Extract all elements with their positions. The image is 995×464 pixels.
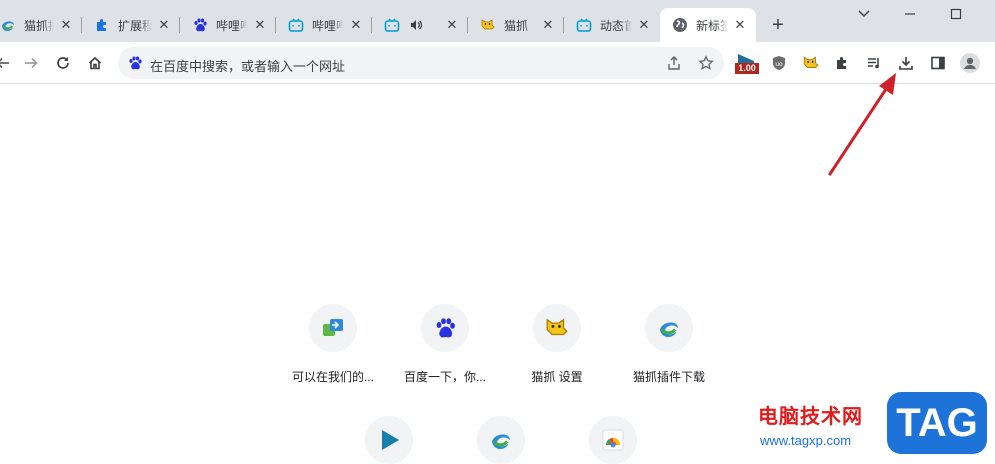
- extension-speed-button[interactable]: 1.00: [734, 50, 760, 76]
- extension-badge: 1.00: [738, 63, 756, 73]
- baidu-paw-icon: [436, 318, 455, 338]
- close-tab-icon[interactable]: ✕: [252, 17, 268, 33]
- address-placeholder: 在百度中搜索，或者输入一个网址: [150, 59, 346, 74]
- shortcut-tile[interactable]: [333, 416, 445, 464]
- close-tab-icon[interactable]: ✕: [732, 17, 748, 33]
- chrome-icon: [602, 429, 624, 451]
- address-bar[interactable]: 在百度中搜索，或者输入一个网址: [118, 47, 724, 79]
- maximize-button[interactable]: [944, 3, 968, 25]
- bookmark-star-icon[interactable]: [698, 55, 714, 76]
- share-icon[interactable]: [666, 55, 682, 76]
- tab-dynamic-home[interactable]: 动态首页 ✕: [564, 8, 660, 42]
- shortcut-icon-circle: [365, 416, 413, 464]
- spiral-icon: [0, 17, 16, 33]
- watermark-url: www.tagxp.com: [760, 433, 852, 448]
- shortcut-tile[interactable]: [445, 416, 557, 464]
- download-icon[interactable]: [893, 50, 919, 76]
- shortcut-icon-circle: [421, 304, 469, 352]
- arrow-box-icon: [323, 319, 343, 336]
- watermark-tag: TAG: [896, 400, 978, 445]
- close-tab-icon[interactable]: ✕: [444, 17, 460, 33]
- tab-extensions[interactable]: 扩展程序 ✕: [82, 8, 180, 42]
- shortcut-label: 猫抓插件下载: [632, 370, 705, 384]
- spiral-icon: [492, 434, 510, 449]
- tab-strip: 猫抓插件下载 ✕ 扩展程序 ✕ 哔哩哔哩 ✕ 哔哩哔哩 ✕: [0, 0, 995, 42]
- speaker-icon[interactable]: [408, 17, 424, 33]
- tab-title: 新标签页: [696, 18, 728, 33]
- shortcut-icon-circle: [309, 304, 357, 352]
- minimize-button[interactable]: [898, 3, 922, 25]
- reload-button[interactable]: [50, 50, 76, 76]
- shortcut-tile[interactable]: [557, 416, 669, 464]
- back-button[interactable]: [0, 50, 16, 76]
- side-panel-icon[interactable]: [925, 50, 951, 76]
- close-tab-icon[interactable]: ✕: [58, 17, 74, 33]
- ublock-shield-icon[interactable]: uo: [766, 50, 792, 76]
- bilibili-icon: [576, 17, 592, 33]
- shortcut-tile[interactable]: 猫抓插件下载: [613, 304, 725, 385]
- shortcut-label: 百度一下，你...: [403, 370, 486, 384]
- shortcut-icon-circle: [533, 304, 581, 352]
- cat-icon: [546, 318, 568, 336]
- svg-text:uo: uo: [775, 61, 783, 68]
- shortcut-icon-circle: [477, 416, 525, 464]
- tab-title: 猫抓: [504, 18, 529, 33]
- toolbar: 在百度中搜索，或者输入一个网址 1.00 uo: [0, 42, 995, 84]
- tab-title: 哔哩哔哩: [216, 18, 248, 33]
- shortcut-label: 猫抓 设置: [531, 370, 583, 384]
- puzzle-icon: [94, 17, 110, 33]
- tab-title: 猫抓插件下载: [24, 18, 54, 33]
- tab-new-tab[interactable]: 新标签页 ✕: [660, 8, 756, 42]
- shortcut-tile[interactable]: 百度一下，你...: [389, 304, 501, 385]
- new-tab-button[interactable]: +: [766, 13, 790, 37]
- tab-title: 扩展程序: [118, 18, 152, 33]
- forward-button[interactable]: [18, 50, 44, 76]
- close-tab-icon[interactable]: ✕: [540, 17, 556, 33]
- bilibili-icon: [384, 17, 400, 33]
- shortcut-tile[interactable]: 猫抓 设置: [501, 304, 613, 385]
- cat-icon: [480, 17, 496, 33]
- tab-title: 动态首页: [600, 18, 632, 33]
- tab-title: 哔哩哔哩: [312, 18, 344, 33]
- profile-avatar-icon[interactable]: [957, 50, 983, 76]
- shortcut-tile[interactable]: 可以在我们的...: [277, 304, 389, 385]
- spiral-icon: [660, 322, 678, 337]
- tab-maozhua[interactable]: 猫抓 ✕: [468, 8, 564, 42]
- close-tab-icon[interactable]: ✕: [156, 17, 172, 33]
- globe-icon: [672, 17, 688, 33]
- shortcut-icon-circle: [589, 416, 637, 464]
- watermark-logo: TAG: [887, 392, 987, 454]
- close-tab-icon[interactable]: ✕: [348, 17, 364, 33]
- watermark-text: 电脑技术网: [758, 404, 863, 428]
- puzzle-icon[interactable]: [829, 50, 855, 76]
- close-tab-icon[interactable]: ✕: [636, 17, 652, 33]
- cat-icon[interactable]: [798, 50, 824, 76]
- tab-bilibili-2[interactable]: 哔哩哔哩 ✕: [276, 8, 372, 42]
- baidu-paw-icon: [192, 17, 208, 33]
- play-icon: [382, 430, 399, 450]
- shortcut-icon-circle: [645, 304, 693, 352]
- home-button[interactable]: [82, 50, 108, 76]
- tab-search-button[interactable]: [852, 3, 876, 25]
- bilibili-icon: [288, 17, 304, 33]
- media-queue-icon[interactable]: [861, 50, 887, 76]
- tab-bilibili-audio[interactable]: ✕: [372, 8, 468, 42]
- baidu-paw-icon: [127, 55, 143, 76]
- tab-bilibili-1[interactable]: 哔哩哔哩 ✕: [180, 8, 276, 42]
- shortcut-label: 可以在我们的...: [291, 370, 374, 384]
- tab-maozhua-download[interactable]: 猫抓插件下载 ✕: [0, 8, 82, 42]
